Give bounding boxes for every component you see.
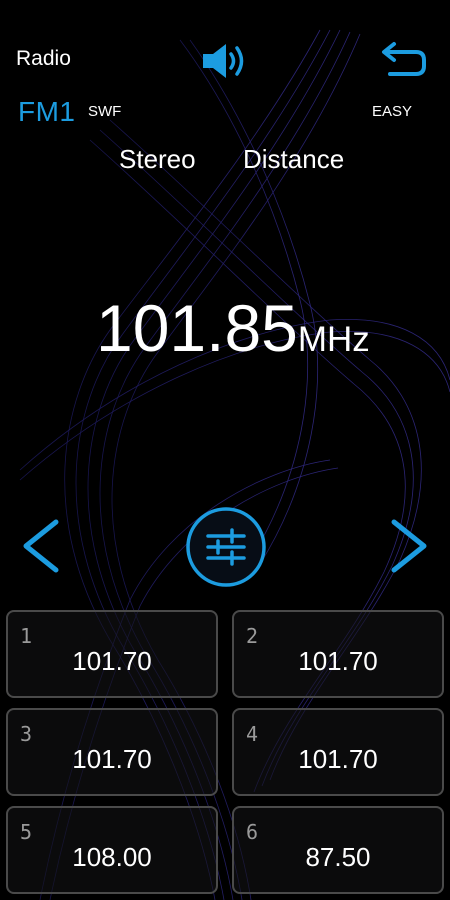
band-label[interactable]: FM1 <box>18 96 76 128</box>
preset-button-5[interactable]: 5 108.00 <box>6 806 218 894</box>
return-arrow-icon[interactable] <box>380 40 428 78</box>
preset-button-1[interactable]: 1 101.70 <box>6 610 218 698</box>
distance-indicator: Distance <box>243 144 345 174</box>
preset-frequency: 101.70 <box>72 744 152 774</box>
preset-frequency: 87.50 <box>305 842 371 872</box>
frequency-value: 101.85 <box>96 291 298 365</box>
frequency-unit: MHz <box>297 320 370 359</box>
frequency-display: 101.85MHz <box>96 290 370 366</box>
preset-frequency: 108.00 <box>72 842 152 872</box>
preset-button-6[interactable]: 6 87.50 <box>232 806 444 894</box>
chevron-left-icon[interactable] <box>16 516 62 576</box>
preset-index: 4 <box>246 722 259 746</box>
stereo-indicator: Stereo <box>119 144 196 174</box>
preset-button-3[interactable]: 3 101.70 <box>6 708 218 796</box>
swf-label[interactable]: SWF <box>88 103 121 120</box>
preset-index: 5 <box>20 820 33 844</box>
speaker-volume-icon[interactable] <box>200 40 250 82</box>
preset-frequency: 101.70 <box>298 646 378 676</box>
preset-button-2[interactable]: 2 101.70 <box>232 610 444 698</box>
preset-index: 3 <box>20 722 33 746</box>
preset-index: 2 <box>246 624 259 648</box>
preset-frequency: 101.70 <box>72 646 152 676</box>
preset-frequency: 101.70 <box>298 744 378 774</box>
chevron-right-icon[interactable] <box>388 516 434 576</box>
sliders-icon[interactable] <box>184 505 268 589</box>
easy-label[interactable]: EASY <box>372 103 412 120</box>
preset-button-4[interactable]: 4 101.70 <box>232 708 444 796</box>
preset-index: 6 <box>246 820 259 844</box>
preset-index: 1 <box>20 624 33 648</box>
app-title: Radio <box>16 47 71 70</box>
